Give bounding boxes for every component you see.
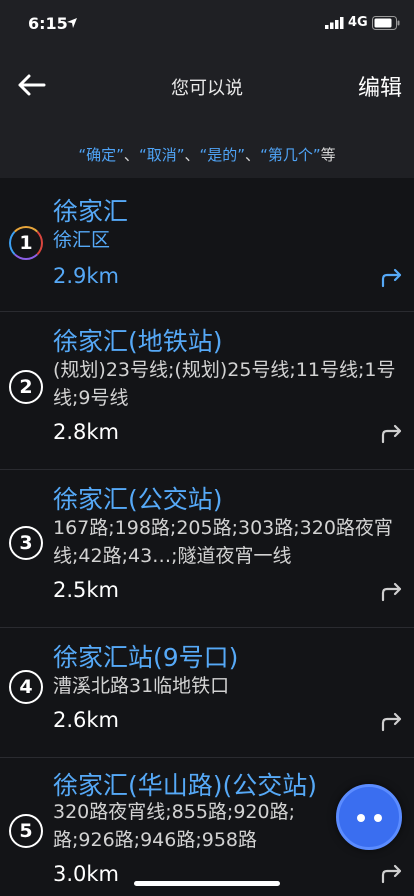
item-title: 徐家汇(地铁站) xyxy=(53,327,223,356)
result-item[interactable]: 2 徐家汇(地铁站) (规划)23号线;(规划)25号线;11号线;1号线;9号… xyxy=(0,312,414,470)
hint-suffix: 等 xyxy=(320,146,336,164)
item-title: 徐家汇(公交站) xyxy=(53,485,223,514)
page-title: 您可以说 xyxy=(171,78,243,99)
navigate-turn-icon[interactable] xyxy=(380,864,404,884)
status-bar: 6:15 4G xyxy=(0,0,414,48)
item-distance: 2.6km xyxy=(53,708,120,732)
assistant-eye-icon xyxy=(374,814,382,822)
item-subtitle: 徐汇区 xyxy=(53,229,111,251)
item-index-badge: 1 xyxy=(9,226,43,260)
item-index-badge: 4 xyxy=(9,670,43,704)
hint-separator: 、 xyxy=(123,146,139,164)
edit-button[interactable]: 编辑 xyxy=(358,70,402,102)
navigate-turn-icon[interactable] xyxy=(380,712,404,732)
hint-separator: 、 xyxy=(245,146,261,164)
item-distance: 2.5km xyxy=(53,578,120,602)
item-subtitle: 320路夜宵线;855路;920路;路;926路;946路;958路 xyxy=(53,801,295,851)
result-item[interactable]: 1 徐家汇 徐汇区 2.9km xyxy=(0,178,414,312)
item-subtitle: (规划)23号线;(规划)25号线;11号线;1号线;9号线 xyxy=(53,359,396,409)
item-index-badge: 5 xyxy=(9,814,43,848)
item-title: 徐家汇站(9号口) xyxy=(53,643,239,672)
result-item[interactable]: 3 徐家汇(公交站) 167路;198路;205路;303路;320路夜宵线;4… xyxy=(0,470,414,628)
header: 您可以说 编辑 “确定”、“取消”、“是的”、“第几个”等 xyxy=(0,48,414,178)
cellular-signal-icon xyxy=(325,17,344,29)
item-title: 徐家汇 xyxy=(53,197,129,226)
home-indicator[interactable] xyxy=(134,881,280,886)
voice-assistant-button[interactable] xyxy=(336,784,402,850)
item-distance: 3.0km xyxy=(53,862,120,886)
battery-icon xyxy=(372,16,400,30)
item-subtitle: 漕溪北路31临地铁口 xyxy=(53,675,230,697)
location-arrow-icon xyxy=(67,18,77,28)
item-distance: 2.8km xyxy=(53,420,120,444)
item-index-badge: 2 xyxy=(9,370,43,404)
item-distance: 2.9km xyxy=(53,264,120,288)
navigate-turn-icon[interactable] xyxy=(380,424,404,444)
item-title: 徐家汇(华山路)(公交站) xyxy=(53,771,318,800)
hint-keyword: “取消” xyxy=(138,146,185,164)
item-index-badge: 3 xyxy=(9,526,43,560)
hint-separator: 、 xyxy=(184,146,200,164)
item-subtitle: 167路;198路;205路;303路;320路夜宵线;42路;43…;隧道夜宵… xyxy=(53,517,393,567)
hint-keyword: “第几个” xyxy=(260,146,321,164)
navigate-turn-icon[interactable] xyxy=(380,268,404,288)
voice-hint: “确定”、“取消”、“是的”、“第几个”等 xyxy=(0,144,414,165)
hint-keyword: “是的” xyxy=(199,146,246,164)
hint-keyword: “确定” xyxy=(78,146,124,164)
assistant-eye-icon xyxy=(357,814,365,822)
network-type: 4G xyxy=(348,15,368,30)
status-time: 6:15 xyxy=(28,14,68,33)
navigate-turn-icon[interactable] xyxy=(380,582,404,602)
result-item[interactable]: 4 徐家汇站(9号口) 漕溪北路31临地铁口 2.6km xyxy=(0,628,414,758)
